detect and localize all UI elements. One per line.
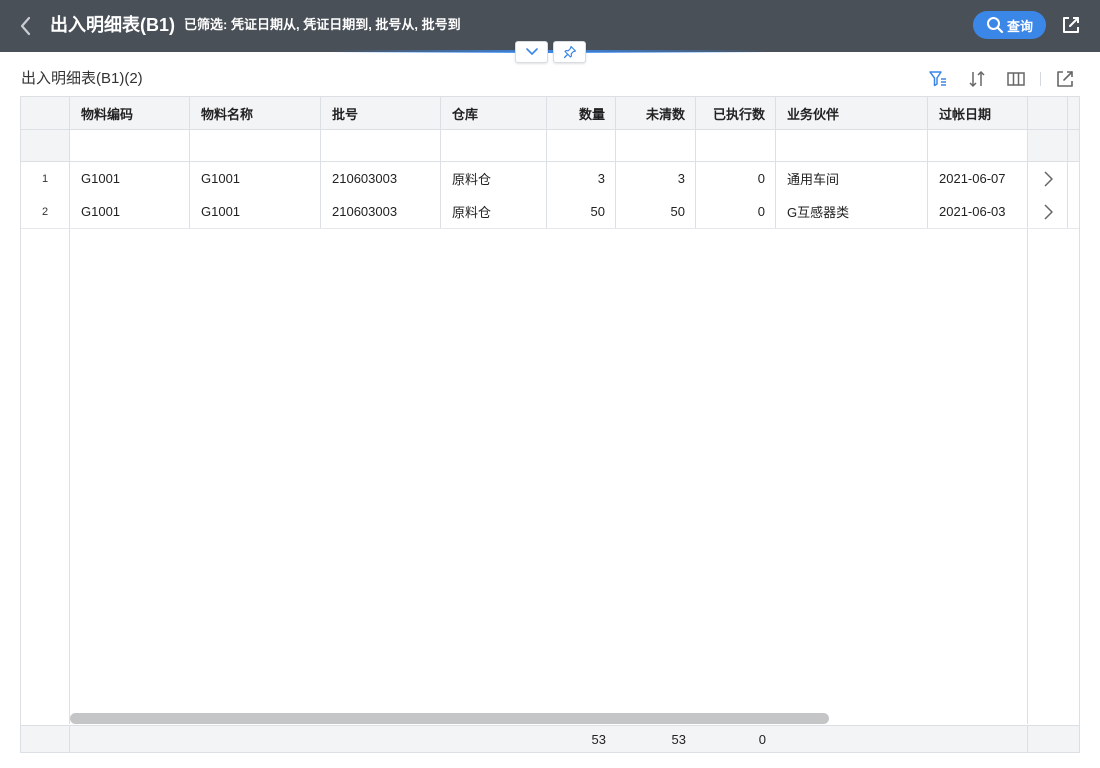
filter-button[interactable] (927, 68, 949, 90)
cell-warehouse: 原料仓 (441, 195, 547, 228)
filter-label: 已筛选: (184, 17, 228, 32)
column-filter-input[interactable] (321, 130, 441, 161)
column-header[interactable]: 已执行数 (696, 97, 776, 129)
filter-row-spacer (21, 130, 70, 161)
column-header[interactable]: 数量 (547, 97, 616, 129)
cell-quantity: 3 (547, 162, 616, 195)
table-row[interactable]: 2 G1001 G1001 210603003 原料仓 50 50 0 G互感器… (21, 195, 1079, 229)
scrollbar-gutter (1068, 162, 1079, 195)
totals-row-spacer (776, 726, 1028, 752)
column-header[interactable]: 仓库 (441, 97, 547, 129)
page-title: 出入明细表(B1) (50, 15, 175, 35)
pin-button[interactable] (553, 41, 586, 63)
row-number-column (21, 229, 70, 724)
export-button[interactable] (1054, 68, 1076, 90)
header-share-button[interactable] (1060, 14, 1082, 36)
column-filter-input[interactable] (441, 130, 547, 161)
filter-values: 凭证日期从, 凭证日期到, 批号从, 批号到 (230, 17, 461, 32)
column-filter-input[interactable] (696, 130, 776, 161)
share-icon (1063, 17, 1079, 33)
cell-partner: 通用车间 (776, 162, 928, 195)
scrollbar-gutter (1068, 130, 1079, 161)
sort-icon (969, 70, 985, 88)
grid-body-space (70, 229, 1028, 724)
chevron-right-icon (1043, 203, 1053, 220)
row-number: 1 (21, 162, 70, 195)
scrollbar-gutter (1068, 97, 1079, 129)
share-icon (1057, 71, 1073, 87)
header-accent-line (330, 50, 770, 53)
filter-icon (929, 71, 946, 87)
grid-filter-row (21, 130, 1079, 162)
cell-item-code: G1001 (70, 162, 190, 195)
cell-quantity: 50 (547, 195, 616, 228)
totals-row-spacer (70, 726, 547, 752)
total-quantity: 53 (591, 732, 606, 747)
app-header: 出入明细表(B1) 已筛选: 凭证日期从, 凭证日期到, 批号从, 批号到 查询 (0, 0, 1100, 52)
sort-button[interactable] (966, 68, 988, 90)
toolbar-divider (1040, 72, 1041, 86)
cell-partner: G互感器类 (776, 195, 928, 228)
column-header[interactable]: 业务伙伴 (776, 97, 928, 129)
totals-row-spacer (21, 726, 70, 752)
chevron-down-icon (525, 48, 538, 55)
column-filter-input[interactable] (190, 130, 321, 161)
total-executed-qty: 0 (758, 732, 766, 747)
pin-icon (563, 45, 576, 59)
total-open-qty: 53 (671, 732, 686, 747)
cell-batch: 210603003 (321, 195, 441, 228)
cell-open-qty: 50 (616, 195, 696, 228)
cell-posting-date: 2021-06-07 (928, 162, 1028, 195)
column-filter-input[interactable] (70, 130, 190, 161)
back-button[interactable] (14, 13, 38, 39)
data-grid: 物料编码 物料名称 批号 仓库 数量 未清数 已执行数 业务伙伴 过帐日期 1 … (20, 96, 1080, 753)
column-filter-input[interactable] (616, 130, 696, 161)
table-row[interactable]: 1 G1001 G1001 210603003 原料仓 3 3 0 通用车间 2… (21, 162, 1079, 196)
column-header[interactable]: 物料编码 (70, 97, 190, 129)
grid-empty-area (21, 229, 1079, 724)
cell-item-name: G1001 (190, 162, 321, 195)
cell-item-name: G1001 (190, 195, 321, 228)
cell-warehouse: 原料仓 (441, 162, 547, 195)
columns-icon (1007, 72, 1025, 86)
action-column-header (1028, 97, 1068, 129)
grid-totals-row: 53 53 0 (21, 725, 1079, 752)
query-button-label: 查询 (1006, 18, 1033, 34)
row-number-header (21, 97, 70, 129)
column-header[interactable]: 过帐日期 (928, 97, 1028, 129)
list-title: 出入明细表(B1)(2) (21, 70, 143, 87)
grid-header-row: 物料编码 物料名称 批号 仓库 数量 未清数 已执行数 业务伙伴 过帐日期 (21, 97, 1079, 130)
column-header[interactable]: 物料名称 (190, 97, 321, 129)
cell-posting-date: 2021-06-03 (928, 195, 1028, 228)
chevron-right-icon (1043, 170, 1053, 187)
columns-button[interactable] (1005, 68, 1027, 90)
cell-executed-qty: 0 (696, 195, 776, 228)
cell-item-code: G1001 (70, 195, 190, 228)
column-filter-input[interactable] (776, 130, 928, 161)
cell-batch: 210603003 (321, 162, 441, 195)
filter-row-spacer (1028, 130, 1068, 161)
row-detail-button[interactable] (1028, 195, 1068, 228)
cell-open-qty: 3 (616, 162, 696, 195)
search-icon (986, 17, 1004, 34)
horizontal-scrollbar[interactable] (70, 713, 829, 724)
action-column (1028, 229, 1068, 724)
column-filter-input[interactable] (928, 130, 1028, 161)
totals-row-spacer (1028, 726, 1079, 752)
column-filter-input[interactable] (547, 130, 616, 161)
cell-executed-qty: 0 (696, 162, 776, 195)
scrollbar-gutter (1068, 195, 1079, 228)
chevron-left-icon (20, 16, 31, 36)
column-header[interactable]: 批号 (321, 97, 441, 129)
collapse-button[interactable] (515, 41, 548, 63)
row-detail-button[interactable] (1028, 162, 1068, 195)
row-number: 2 (21, 195, 70, 228)
filter-summary: 已筛选: 凭证日期从, 凭证日期到, 批号从, 批号到 (184, 16, 461, 34)
column-header[interactable]: 未清数 (616, 97, 696, 129)
query-button[interactable]: 查询 (973, 11, 1046, 39)
